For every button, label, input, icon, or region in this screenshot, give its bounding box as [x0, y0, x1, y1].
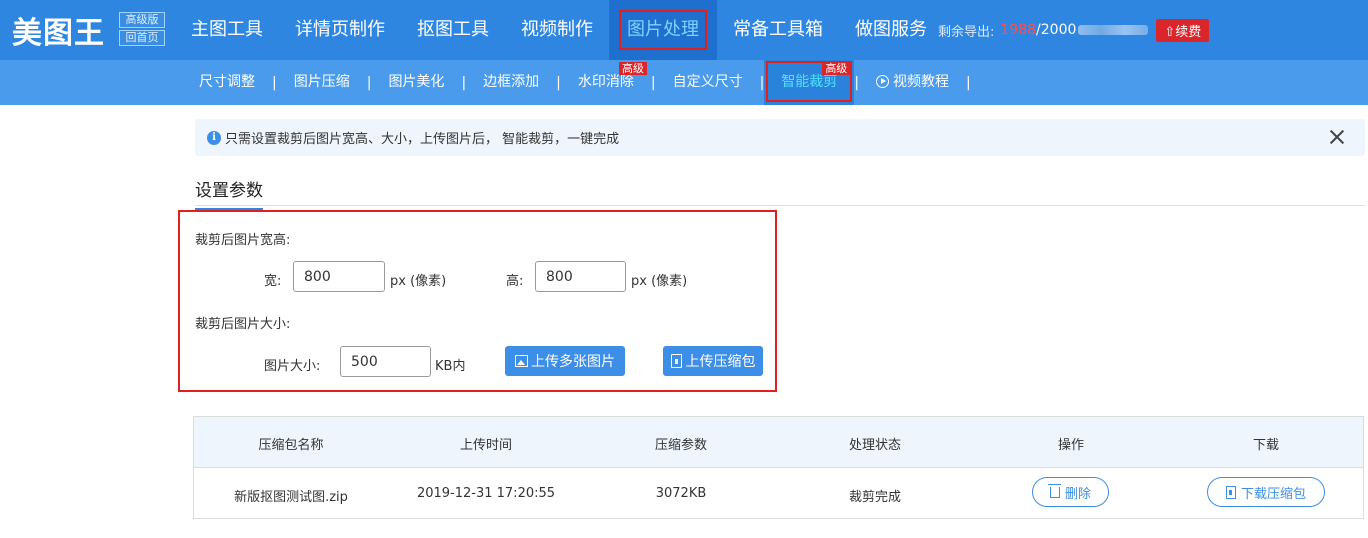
column-header: 压缩包名称 — [258, 438, 324, 453]
premium-badge: 高级 — [618, 62, 647, 75]
table-header — [194, 417, 1363, 468]
button-label: 删除 — [1064, 486, 1091, 502]
nav-label: 主图工具 — [191, 19, 263, 40]
nav-label: 常备工具箱 — [733, 19, 823, 40]
play-circle-icon — [876, 75, 890, 88]
trash-icon — [1047, 483, 1061, 498]
nav-design-service[interactable]: 做图服务 — [839, 0, 943, 60]
close-icon[interactable] — [1327, 127, 1347, 147]
subnav-label: 尺寸调整 — [199, 74, 255, 90]
nav-image-processing[interactable]: 图片处理 — [609, 0, 717, 60]
export-quota: 剩余导出: 1988 /2000 ⇧续费 — [938, 0, 1210, 60]
width-label: 宽: — [264, 274, 282, 289]
subnav-watermark-remove[interactable]: 水印消除 高级 — [561, 60, 651, 105]
nav-video[interactable]: 视频制作 — [505, 0, 609, 60]
sub-nav: 尺寸调整 | 图片压缩 | 图片美化 | 边框添加 | 水印消除 高级 | 自定… — [182, 60, 971, 105]
column-header: 上传时间 — [459, 438, 513, 453]
compress-param-cell: 3072KB — [655, 486, 707, 501]
premium-badge: 高级 — [822, 62, 851, 75]
edition-badge: 高级版 — [119, 12, 165, 28]
nav-cutout-tools[interactable]: 抠图工具 — [401, 0, 505, 60]
zip-file-icon — [1225, 485, 1236, 499]
nav-label: 抠图工具 — [417, 19, 489, 40]
filesize-section-label: 裁剪后图片大小: — [195, 317, 291, 332]
filesize-input[interactable] — [340, 346, 431, 377]
button-label: 下载压缩包 — [1240, 486, 1306, 502]
column-header: 处理状态 — [848, 438, 902, 453]
renew-button[interactable]: ⇧续费 — [1156, 18, 1210, 42]
tip-text: 只需设置裁剪后图片宽高、大小，上传图片后， 智能裁剪，一键完成 — [225, 132, 620, 147]
nav-label: 图片处理 — [619, 10, 707, 50]
upload-time-cell: 2019-12-31 17:20:55 — [416, 486, 556, 501]
height-input[interactable] — [535, 261, 626, 292]
info-icon: i — [207, 130, 221, 145]
nav-toolbox[interactable]: 常备工具箱 — [717, 0, 839, 60]
nav-detail-page[interactable]: 详情页制作 — [279, 0, 401, 60]
subnav-smart-crop[interactable]: 智能裁剪 高级 — [764, 60, 855, 105]
height-unit: px (像素) — [631, 274, 688, 289]
quota-label: 剩余导出: — [938, 24, 995, 40]
blurred-info — [1078, 25, 1149, 35]
subnav-label: 图片压缩 — [293, 74, 350, 90]
divider: | — [966, 74, 971, 91]
upload-zip-button[interactable]: 上传压缩包 — [663, 346, 763, 376]
width-input[interactable] — [293, 261, 385, 292]
zip-table: 压缩包名称 上传时间 压缩参数 处理状态 操作 下载 新版抠图测试图.zip 2… — [193, 416, 1364, 519]
height-label: 高: — [506, 274, 524, 289]
zip-name-cell: 新版抠图测试图.zip — [234, 490, 348, 505]
subnav-border[interactable]: 边框添加 — [466, 60, 556, 105]
home-link[interactable]: 回首页 — [119, 30, 165, 46]
button-label: 上传压缩包 — [685, 354, 756, 370]
download-zip-button[interactable]: 下载压缩包 — [1207, 477, 1325, 507]
subnav-custom-size[interactable]: 自定义尺寸 — [656, 60, 760, 105]
info-tip: i 只需设置裁剪后图片宽高、大小，上传图片后， 智能裁剪，一键完成 — [195, 119, 1365, 156]
subnav-resize[interactable]: 尺寸调整 — [182, 60, 272, 105]
nav-label: 详情页制作 — [295, 19, 385, 40]
nav-label: 视频制作 — [521, 19, 593, 40]
filesize-label: 图片大小: — [264, 359, 321, 374]
filesize-unit: KB内 — [435, 359, 466, 374]
delete-button[interactable]: 删除 — [1032, 477, 1109, 507]
logo-text: 美图王 — [12, 16, 105, 51]
size-section-label: 裁剪后图片宽高: — [195, 233, 291, 248]
image-icon — [515, 355, 528, 367]
logo[interactable]: 美图王 — [12, 10, 105, 51]
quota-used: 1988 — [1000, 22, 1037, 38]
quota-total: /2000 — [1036, 22, 1077, 38]
section-divider — [195, 205, 1365, 206]
column-header: 压缩参数 — [654, 438, 708, 453]
top-navbar: 美图王 高级版 回首页 主图工具 详情页制作 抠图工具 视频制作 图片处理 常备… — [0, 0, 1368, 60]
status-cell: 裁剪完成 — [848, 490, 902, 505]
sub-navbar: 尺寸调整 | 图片压缩 | 图片美化 | 边框添加 | 水印消除 高级 | 自定… — [0, 60, 1368, 105]
subnav-video-tutorial[interactable]: 视频教程 — [859, 60, 966, 105]
subnav-beautify[interactable]: 图片美化 — [371, 60, 461, 105]
zip-file-icon — [670, 354, 682, 368]
logo-badges: 高级版 回首页 — [119, 12, 165, 48]
width-unit: px (像素) — [390, 274, 447, 289]
subnav-label: 图片美化 — [388, 74, 445, 90]
subnav-label: 水印消除 — [577, 74, 634, 90]
nav-label: 做图服务 — [855, 19, 927, 40]
subnav-compress[interactable]: 图片压缩 — [277, 60, 367, 105]
column-header: 下载 — [1252, 438, 1280, 453]
renew-label: 续费 — [1175, 24, 1202, 40]
button-label: 上传多张图片 — [531, 354, 615, 370]
subnav-label: 边框添加 — [483, 74, 540, 90]
subnav-label: 自定义尺寸 — [672, 74, 743, 90]
column-header: 操作 — [1057, 438, 1085, 453]
nav-main-image-tools[interactable]: 主图工具 — [175, 0, 279, 60]
upload-multiple-images-button[interactable]: 上传多张图片 — [505, 346, 625, 376]
subnav-label: 视频教程 — [893, 74, 950, 90]
main-nav: 主图工具 详情页制作 抠图工具 视频制作 图片处理 常备工具箱 做图服务 — [175, 0, 943, 60]
